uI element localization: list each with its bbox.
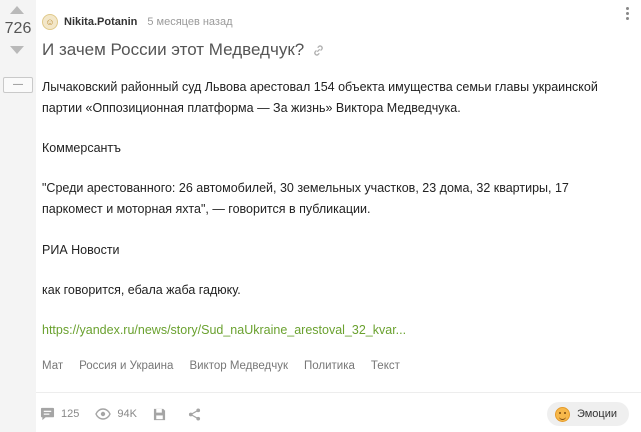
tag[interactable]: Россия и Украина <box>79 360 173 372</box>
upvote-arrow-icon[interactable] <box>10 6 24 14</box>
paragraph: "Среди арестованного: 26 автомобилей, 30… <box>42 181 569 216</box>
save-icon <box>153 408 166 420</box>
post-header: ☺ Nikita.Potanin 5 месяцев назад <box>42 12 641 32</box>
post-title[interactable]: И зачем России этот Медведчук? <box>42 40 304 60</box>
comment-icon <box>40 407 55 421</box>
link-icon[interactable] <box>312 44 325 57</box>
rating-value: 726 <box>4 20 32 37</box>
paragraph: Лычаковский районный суд Львова арестова… <box>42 80 598 115</box>
share-button[interactable] <box>188 407 207 421</box>
views-stat: 94K <box>95 408 137 420</box>
emotions-button[interactable]: Эмоции <box>546 402 629 426</box>
page-title: И зачем России этот Медведчук? <box>42 40 601 60</box>
post-time: 5 месяцев назад <box>147 16 233 28</box>
comments-count: 125 <box>61 408 80 420</box>
tag[interactable]: Политика <box>304 360 355 372</box>
paragraph: Коммерсантъ <box>42 141 121 155</box>
rating-column: 726 — <box>0 0 36 432</box>
downvote-arrow-icon[interactable] <box>10 46 24 54</box>
eye-icon <box>95 408 112 420</box>
author-name[interactable]: Nikita.Potanin <box>64 16 137 28</box>
more-options-icon[interactable] <box>626 7 629 20</box>
emotions-label: Эмоции <box>576 408 617 420</box>
smiley-emoji-icon <box>554 406 570 422</box>
tag[interactable]: Текст <box>371 360 400 372</box>
divider <box>36 392 641 393</box>
tag-list: Мат Россия и Украина Виктор Медведчук По… <box>42 360 400 372</box>
collapse-button[interactable]: — <box>3 77 33 93</box>
tag[interactable]: Мат <box>42 360 63 372</box>
paragraph: как говорится, ебала жаба гадюку. <box>42 283 241 297</box>
source-link[interactable]: https://yandex.ru/news/story/Sud_naUkrai… <box>42 320 406 341</box>
paragraph: РИА Новости <box>42 243 120 257</box>
save-button[interactable] <box>153 408 172 421</box>
tag[interactable]: Виктор Медведчук <box>189 360 288 372</box>
share-icon <box>188 407 201 421</box>
comments-button[interactable]: 125 <box>40 407 79 421</box>
avatar[interactable]: ☺ <box>42 14 58 30</box>
views-count: 94K <box>117 408 137 420</box>
